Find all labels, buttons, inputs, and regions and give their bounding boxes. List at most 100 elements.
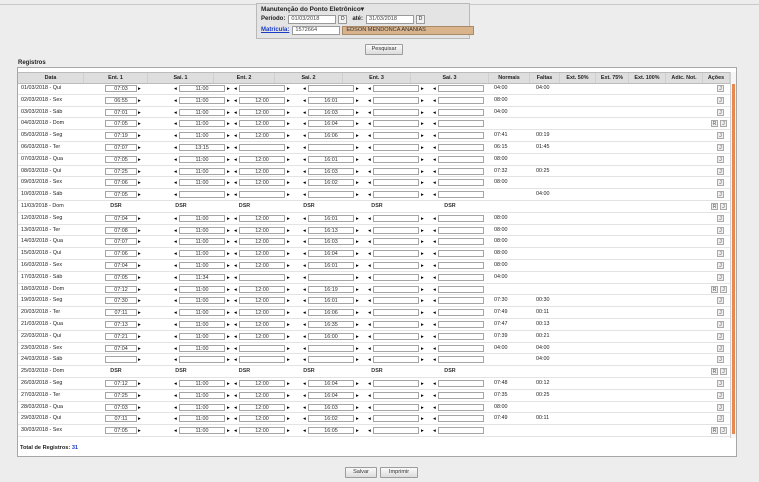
next-arrow-icon[interactable]: ▸	[421, 96, 424, 106]
previous-arrow-icon[interactable]: ◂	[368, 237, 371, 247]
previous-arrow-icon[interactable]: ◂	[234, 131, 237, 141]
s1-time-input[interactable]: 11:00	[179, 262, 225, 269]
j-action-button[interactable]: J	[717, 391, 724, 399]
s1-time-input[interactable]: 11:00	[179, 226, 225, 234]
e2-time-input[interactable]: 12:00	[239, 250, 285, 258]
s2-time-input[interactable]: 16:03	[308, 108, 354, 116]
previous-arrow-icon[interactable]: ◂	[303, 391, 306, 401]
s2-time-input[interactable]: 16:04	[308, 391, 354, 399]
previous-arrow-icon[interactable]: ◂	[433, 178, 436, 188]
save-button[interactable]: Salvar	[345, 467, 377, 478]
previous-arrow-icon[interactable]: ◂	[433, 108, 436, 118]
s1-time-input[interactable]: 11:00	[179, 238, 225, 246]
previous-arrow-icon[interactable]: ◂	[303, 249, 306, 259]
next-arrow-icon[interactable]: ▸	[287, 108, 290, 118]
previous-arrow-icon[interactable]: ◂	[303, 296, 306, 306]
print-button[interactable]: Imprimir	[380, 467, 418, 478]
e2-time-input[interactable]	[239, 85, 285, 92]
next-arrow-icon[interactable]: ▸	[227, 332, 230, 342]
next-arrow-icon[interactable]: ▸	[421, 249, 424, 259]
next-arrow-icon[interactable]: ▸	[287, 237, 290, 247]
next-arrow-icon[interactable]: ▸	[421, 190, 424, 200]
next-arrow-icon[interactable]: ▸	[421, 332, 424, 342]
e1-time-input[interactable]: 07:13	[105, 321, 137, 328]
j-action-button[interactable]: J	[717, 415, 724, 423]
e1-time-input[interactable]: 07:05	[105, 120, 137, 128]
s3-time-input[interactable]	[438, 391, 484, 399]
s1-time-input[interactable]: 11:00	[179, 344, 225, 352]
next-arrow-icon[interactable]: ▸	[356, 426, 359, 436]
e3-time-input[interactable]	[373, 96, 419, 104]
j-action-button[interactable]: J	[717, 167, 724, 175]
calendar-icon[interactable]: D	[338, 14, 348, 24]
previous-arrow-icon[interactable]: ◂	[303, 355, 306, 365]
next-arrow-icon[interactable]: ▸	[287, 296, 290, 306]
previous-arrow-icon[interactable]: ◂	[174, 320, 177, 330]
previous-arrow-icon[interactable]: ◂	[303, 226, 306, 236]
e3-time-input[interactable]	[373, 297, 419, 305]
previous-arrow-icon[interactable]: ◂	[368, 249, 371, 259]
e1-time-input[interactable]: 07:21	[105, 332, 137, 340]
previous-arrow-icon[interactable]: ◂	[174, 414, 177, 424]
next-arrow-icon[interactable]: ▸	[138, 414, 141, 424]
e1-time-input[interactable]: 07:04	[105, 214, 137, 222]
previous-arrow-icon[interactable]: ◂	[368, 143, 371, 153]
previous-arrow-icon[interactable]: ◂	[368, 320, 371, 330]
e3-time-input[interactable]	[373, 144, 419, 151]
next-arrow-icon[interactable]: ▸	[287, 403, 290, 413]
previous-arrow-icon[interactable]: ◂	[433, 249, 436, 259]
s1-time-input[interactable]: 11:00	[179, 415, 225, 423]
next-arrow-icon[interactable]: ▸	[227, 426, 230, 436]
previous-arrow-icon[interactable]: ◂	[174, 379, 177, 389]
previous-arrow-icon[interactable]: ◂	[433, 273, 436, 283]
previous-arrow-icon[interactable]: ◂	[234, 155, 237, 165]
s2-time-input[interactable]: 16:03	[308, 238, 354, 246]
previous-arrow-icon[interactable]: ◂	[433, 344, 436, 354]
e3-time-input[interactable]	[373, 273, 419, 281]
j-action-button[interactable]: J	[717, 403, 724, 411]
previous-arrow-icon[interactable]: ◂	[174, 391, 177, 401]
e2-time-input[interactable]: 12:00	[239, 380, 285, 387]
e3-time-input[interactable]	[373, 309, 419, 317]
s3-time-input[interactable]	[438, 85, 484, 92]
next-arrow-icon[interactable]: ▸	[138, 237, 141, 247]
previous-arrow-icon[interactable]: ◂	[303, 237, 306, 247]
previous-arrow-icon[interactable]: ◂	[234, 96, 237, 106]
next-arrow-icon[interactable]: ▸	[227, 320, 230, 330]
next-arrow-icon[interactable]: ▸	[356, 355, 359, 365]
previous-arrow-icon[interactable]: ◂	[433, 237, 436, 247]
next-arrow-icon[interactable]: ▸	[356, 296, 359, 306]
next-arrow-icon[interactable]: ▸	[356, 237, 359, 247]
previous-arrow-icon[interactable]: ◂	[433, 426, 436, 436]
previous-arrow-icon[interactable]: ◂	[368, 226, 371, 236]
s3-time-input[interactable]	[438, 238, 484, 246]
previous-arrow-icon[interactable]: ◂	[174, 249, 177, 259]
previous-arrow-icon[interactable]: ◂	[368, 108, 371, 118]
e2-time-input[interactable]: 12:00	[239, 391, 285, 399]
previous-arrow-icon[interactable]: ◂	[234, 414, 237, 424]
next-arrow-icon[interactable]: ▸	[421, 143, 424, 153]
s2-time-input[interactable]: 16:02	[308, 179, 354, 187]
next-arrow-icon[interactable]: ▸	[138, 108, 141, 118]
next-arrow-icon[interactable]: ▸	[356, 84, 359, 94]
previous-arrow-icon[interactable]: ◂	[368, 379, 371, 389]
r-action-button[interactable]: R	[711, 368, 718, 376]
s2-time-input[interactable]: 16:35	[308, 321, 354, 328]
next-arrow-icon[interactable]: ▸	[287, 214, 290, 224]
s1-time-input[interactable]: 11:00	[179, 427, 225, 435]
next-arrow-icon[interactable]: ▸	[227, 178, 230, 188]
s2-time-input[interactable]: 16:04	[308, 120, 354, 128]
s1-time-input[interactable]: 11:00	[179, 108, 225, 116]
s1-time-input[interactable]: 11:00	[179, 85, 225, 92]
e3-time-input[interactable]	[373, 120, 419, 128]
e3-time-input[interactable]	[373, 179, 419, 187]
e1-time-input[interactable]: 07:01	[105, 108, 137, 116]
previous-arrow-icon[interactable]: ◂	[368, 84, 371, 94]
next-arrow-icon[interactable]: ▸	[287, 414, 290, 424]
j-action-button[interactable]: J	[717, 85, 724, 92]
previous-arrow-icon[interactable]: ◂	[433, 391, 436, 401]
s1-time-input[interactable]: 11:00	[179, 214, 225, 222]
previous-arrow-icon[interactable]: ◂	[303, 155, 306, 165]
next-arrow-icon[interactable]: ▸	[356, 403, 359, 413]
next-arrow-icon[interactable]: ▸	[421, 403, 424, 413]
